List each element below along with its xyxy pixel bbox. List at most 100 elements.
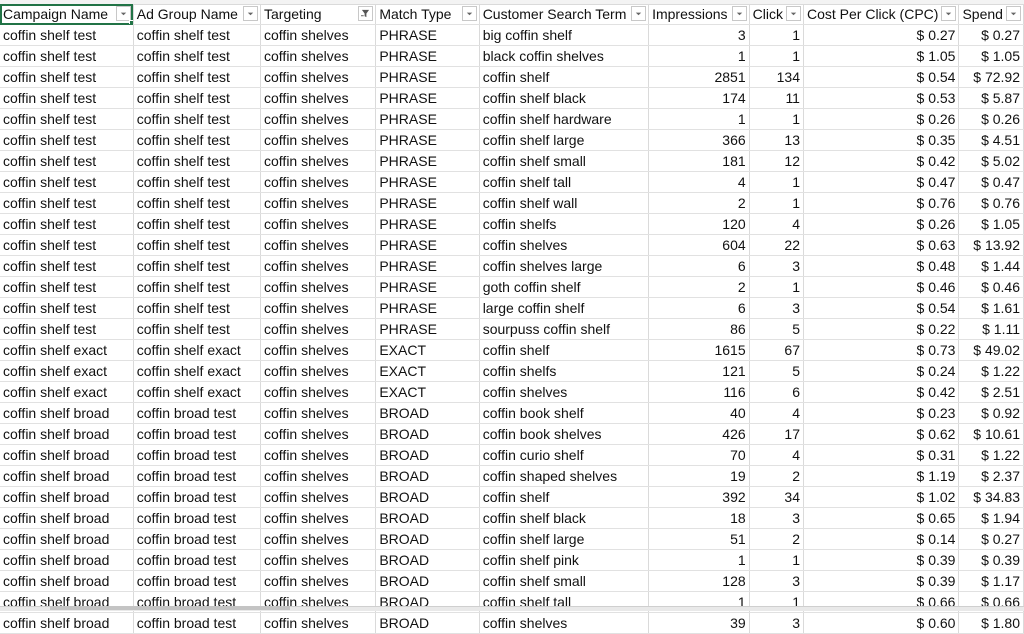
cell-match-type[interactable]: BROAD — [375, 402, 480, 424]
cell-ad-group-name[interactable]: coffin broad test — [133, 612, 262, 634]
cell-cost-per-click-cpc[interactable]: $ 0.24 — [803, 360, 960, 382]
cell-click[interactable]: 4 — [749, 213, 804, 235]
cell-targeting[interactable]: coffin shelves — [260, 339, 377, 361]
cell-customer-search-term[interactable]: coffin shelves — [479, 381, 650, 403]
cell-ad-group-name[interactable]: coffin broad test — [133, 402, 262, 424]
cell-match-type[interactable]: BROAD — [375, 507, 480, 529]
cell-targeting[interactable]: coffin shelves — [260, 234, 377, 256]
cell-spend[interactable]: $ 1.22 — [958, 444, 1024, 466]
cell-spend[interactable]: $ 34.83 — [958, 486, 1024, 508]
column-header-ad-group-name[interactable]: Ad Group Name — [133, 4, 262, 25]
cell-match-type[interactable]: BROAD — [375, 528, 480, 550]
cell-ad-group-name[interactable]: coffin broad test — [133, 549, 262, 571]
cell-campaign-name[interactable]: coffin shelf broad — [0, 549, 134, 571]
cell-spend[interactable]: $ 1.05 — [958, 45, 1024, 67]
cell-ad-group-name[interactable]: coffin shelf test — [133, 297, 262, 319]
cell-spend[interactable]: $ 5.02 — [958, 150, 1024, 172]
column-header-match-type[interactable]: Match Type — [375, 4, 480, 25]
cell-impressions[interactable]: 426 — [648, 423, 750, 445]
cell-click[interactable]: 3 — [749, 297, 804, 319]
cell-ad-group-name[interactable]: coffin shelf test — [133, 45, 262, 67]
cell-cost-per-click-cpc[interactable]: $ 0.62 — [803, 423, 960, 445]
cell-customer-search-term[interactable]: coffin shelves — [479, 234, 650, 256]
cell-impressions[interactable]: 6 — [648, 255, 750, 277]
cell-campaign-name[interactable]: coffin shelf test — [0, 297, 134, 319]
cell-click[interactable]: 134 — [749, 66, 804, 88]
cell-spend[interactable]: $ 0.27 — [958, 24, 1024, 46]
cell-targeting[interactable]: coffin shelves — [260, 465, 377, 487]
cell-match-type[interactable]: PHRASE — [375, 318, 480, 340]
cell-targeting[interactable]: coffin shelves — [260, 213, 377, 235]
cell-cost-per-click-cpc[interactable]: $ 0.53 — [803, 87, 960, 109]
cell-click[interactable]: 1 — [749, 549, 804, 571]
cell-click[interactable]: 5 — [749, 318, 804, 340]
cell-impressions[interactable]: 1 — [648, 108, 750, 130]
dropdown-arrow-icon[interactable] — [731, 6, 747, 21]
cell-spend[interactable]: $ 5.87 — [958, 87, 1024, 109]
cell-impressions[interactable]: 86 — [648, 318, 750, 340]
scrollbar-thumb[interactable] — [50, 606, 290, 610]
cell-customer-search-term[interactable]: big coffin shelf — [479, 24, 650, 46]
cell-cost-per-click-cpc[interactable]: $ 0.63 — [803, 234, 960, 256]
cell-match-type[interactable]: PHRASE — [375, 276, 480, 298]
cell-impressions[interactable]: 1615 — [648, 339, 750, 361]
cell-cost-per-click-cpc[interactable]: $ 0.14 — [803, 528, 960, 550]
cell-click[interactable]: 1 — [749, 171, 804, 193]
cell-cost-per-click-cpc[interactable]: $ 0.39 — [803, 570, 960, 592]
cell-customer-search-term[interactable]: coffin shelf — [479, 486, 650, 508]
cell-click[interactable]: 2 — [749, 465, 804, 487]
column-header-campaign-name[interactable]: Campaign Name — [0, 4, 134, 25]
cell-targeting[interactable]: coffin shelves — [260, 192, 377, 214]
cell-impressions[interactable]: 366 — [648, 129, 750, 151]
cell-match-type[interactable]: PHRASE — [375, 45, 480, 67]
cell-ad-group-name[interactable]: coffin shelf test — [133, 171, 262, 193]
cell-impressions[interactable]: 121 — [648, 360, 750, 382]
cell-campaign-name[interactable]: coffin shelf test — [0, 276, 134, 298]
cell-match-type[interactable]: BROAD — [375, 423, 480, 445]
cell-impressions[interactable]: 3 — [648, 24, 750, 46]
dropdown-arrow-icon[interactable] — [941, 6, 957, 21]
cell-impressions[interactable]: 2 — [648, 192, 750, 214]
cell-impressions[interactable]: 120 — [648, 213, 750, 235]
cell-customer-search-term[interactable]: coffin shelf tall — [479, 171, 650, 193]
cell-click[interactable]: 34 — [749, 486, 804, 508]
cell-ad-group-name[interactable]: coffin shelf test — [133, 108, 262, 130]
cell-match-type[interactable]: PHRASE — [375, 87, 480, 109]
cell-customer-search-term[interactable]: coffin shelf large — [479, 129, 650, 151]
cell-customer-search-term[interactable]: coffin shelf wall — [479, 192, 650, 214]
cell-campaign-name[interactable]: coffin shelf test — [0, 129, 134, 151]
cell-cost-per-click-cpc[interactable]: $ 0.46 — [803, 276, 960, 298]
cell-spend[interactable]: $ 1.61 — [958, 297, 1024, 319]
cell-match-type[interactable]: BROAD — [375, 612, 480, 634]
dropdown-arrow-icon[interactable] — [243, 6, 258, 21]
cell-campaign-name[interactable]: coffin shelf test — [0, 108, 134, 130]
cell-targeting[interactable]: coffin shelves — [260, 486, 377, 508]
cell-customer-search-term[interactable]: black coffin shelves — [479, 45, 650, 67]
column-header-customer-search-term[interactable]: Customer Search Term — [479, 4, 650, 25]
cell-click[interactable]: 4 — [749, 444, 804, 466]
cell-ad-group-name[interactable]: coffin shelf exact — [133, 360, 262, 382]
cell-match-type[interactable]: BROAD — [375, 444, 480, 466]
cell-targeting[interactable]: coffin shelves — [260, 507, 377, 529]
cell-campaign-name[interactable]: coffin shelf broad — [0, 570, 134, 592]
cell-click[interactable]: 22 — [749, 234, 804, 256]
cell-match-type[interactable]: PHRASE — [375, 297, 480, 319]
cell-ad-group-name[interactable]: coffin shelf test — [133, 318, 262, 340]
cell-ad-group-name[interactable]: coffin shelf test — [133, 234, 262, 256]
cell-targeting[interactable]: coffin shelves — [260, 549, 377, 571]
cell-targeting[interactable]: coffin shelves — [260, 297, 377, 319]
cell-cost-per-click-cpc[interactable]: $ 0.42 — [803, 150, 960, 172]
column-header-cost-per-click-cpc[interactable]: Cost Per Click (CPC) — [803, 4, 960, 25]
cell-spend[interactable]: $ 0.76 — [958, 192, 1024, 214]
cell-match-type[interactable]: PHRASE — [375, 171, 480, 193]
cell-targeting[interactable]: coffin shelves — [260, 255, 377, 277]
cell-click[interactable]: 17 — [749, 423, 804, 445]
cell-customer-search-term[interactable]: coffin shelf — [479, 339, 650, 361]
cell-customer-search-term[interactable]: coffin shelf — [479, 66, 650, 88]
cell-targeting[interactable]: coffin shelves — [260, 570, 377, 592]
cell-cost-per-click-cpc[interactable]: $ 0.23 — [803, 402, 960, 424]
cell-customer-search-term[interactable]: coffin shelf hardware — [479, 108, 650, 130]
cell-campaign-name[interactable]: coffin shelf test — [0, 192, 134, 214]
cell-ad-group-name[interactable]: coffin shelf test — [133, 276, 262, 298]
cell-spend[interactable]: $ 0.26 — [958, 108, 1024, 130]
